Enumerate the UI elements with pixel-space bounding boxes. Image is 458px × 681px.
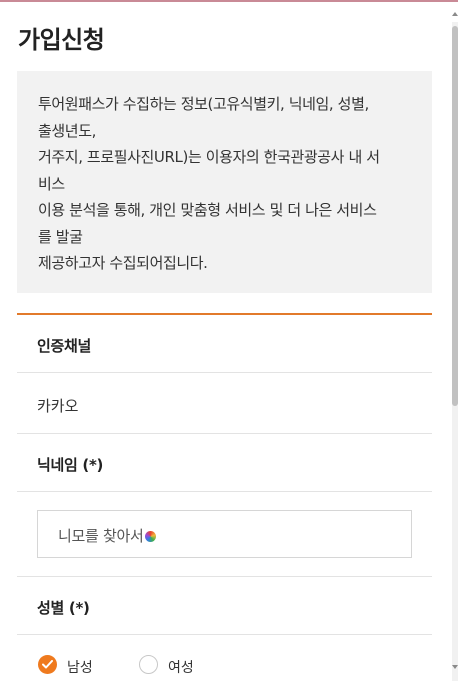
gender-label-row: 성별 (*) (17, 577, 432, 635)
auth-channel-value: 카카오 (37, 397, 79, 415)
privacy-notice: 투어원패스가 수집하는 정보(고유식별키, 닉네임, 성별, 출생년도, 거주지… (17, 71, 432, 293)
nickname-input-value-wrap: 니모를 찾아서 (58, 525, 157, 546)
nickname-input[interactable]: 니모를 찾아서 (37, 510, 412, 558)
nickname-label-row: 닉네임 (*) (17, 434, 432, 492)
gender-female-label[interactable]: 여성 (168, 657, 194, 677)
auth-channel-value-row: 카카오 (17, 373, 432, 434)
notice-line: 거주지, 프로필사진URL)는 이용자의 한국관광공사 내 서 (38, 148, 380, 166)
checkmark-icon (42, 660, 53, 669)
gender-male-label[interactable]: 남성 (67, 657, 93, 677)
scrollbar-thumb[interactable] (452, 26, 458, 406)
emoji-icon (145, 531, 157, 542)
gender-female-radio[interactable] (139, 655, 158, 674)
gender-male-radio[interactable] (38, 655, 57, 674)
page-title: 가입신청 (18, 26, 105, 54)
notice-line: 투어원패스가 수집하는 정보(고유식별키, 닉네임, 성별, (38, 95, 369, 113)
top-accent-line (0, 0, 458, 2)
nickname-label: 닉네임 (*) (37, 456, 104, 474)
notice-line: 출생년도, (38, 121, 96, 140)
auth-channel-label: 인증채널 (37, 337, 92, 355)
scroll-down-arrow-icon[interactable] (452, 663, 458, 671)
notice-line: 를 발굴 (38, 227, 83, 246)
signup-page: 가입신청 투어원패스가 수집하는 정보(고유식별키, 닉네임, 성별, 출생년도… (0, 0, 458, 681)
notice-line: 이용 분석을 통해, 개인 맞춤형 서비스 및 더 나은 서비스 (38, 201, 377, 219)
auth-channel-label-row: 인증채널 (17, 315, 432, 373)
nickname-input-value: 니모를 찾아서 (58, 527, 144, 545)
notice-line: 비스 (38, 174, 65, 193)
scroll-up-arrow-icon[interactable] (452, 10, 458, 18)
gender-label: 성별 (*) (37, 599, 90, 617)
notice-line: 제공하고자 수집되어집니다. (38, 254, 208, 272)
